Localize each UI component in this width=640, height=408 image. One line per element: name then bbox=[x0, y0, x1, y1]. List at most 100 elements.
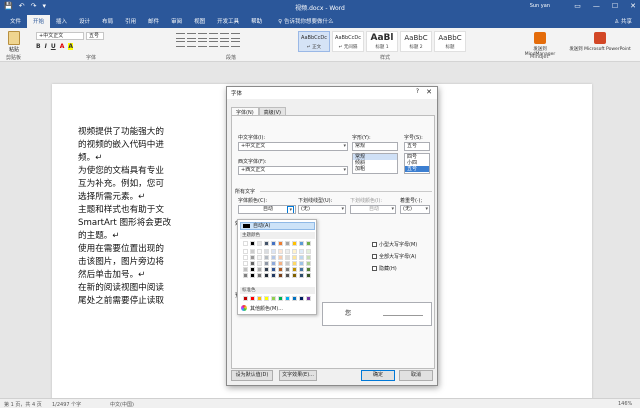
color-swatch[interactable] bbox=[243, 249, 248, 254]
word-count[interactable]: 1/2497 个字 bbox=[52, 401, 81, 408]
color-swatch[interactable] bbox=[250, 261, 255, 266]
west-font-select[interactable]: +西文正文 ▾ bbox=[238, 166, 348, 175]
all-caps-checkbox[interactable]: 全部大写字母(A) bbox=[372, 253, 416, 260]
font-color-button[interactable]: A bbox=[60, 43, 65, 50]
color-swatch[interactable] bbox=[292, 267, 297, 272]
tab-home[interactable]: 开始 bbox=[27, 15, 51, 28]
style-no-spacing[interactable]: AaBbCcDc ↵ 无间隔 bbox=[332, 31, 364, 52]
color-swatch[interactable] bbox=[243, 267, 248, 272]
color-swatch[interactable] bbox=[271, 273, 276, 278]
color-swatch[interactable] bbox=[285, 267, 290, 272]
color-swatch[interactable] bbox=[250, 296, 255, 301]
color-swatch[interactable] bbox=[299, 241, 304, 246]
tab-layout[interactable]: 布局 bbox=[96, 15, 119, 28]
send-powerpoint-button[interactable]: 发送到 Microsoft PowerPoint bbox=[562, 32, 638, 52]
color-swatch[interactable] bbox=[299, 267, 304, 272]
color-swatch[interactable] bbox=[257, 267, 262, 272]
color-swatch[interactable] bbox=[299, 261, 304, 266]
language-indicator[interactable]: 中文(中国) bbox=[110, 401, 134, 408]
color-swatch[interactable] bbox=[278, 241, 283, 246]
color-swatch[interactable] bbox=[243, 255, 248, 260]
color-swatch[interactable] bbox=[271, 267, 276, 272]
underline-select[interactable]: (无) ▾ bbox=[298, 205, 346, 214]
color-swatch[interactable] bbox=[257, 261, 262, 266]
color-swatch[interactable] bbox=[299, 249, 304, 254]
color-swatch[interactable] bbox=[243, 241, 248, 246]
list-item[interactable]: 加粗 bbox=[353, 166, 397, 172]
dialog-close-icon[interactable]: ✕ bbox=[426, 88, 432, 96]
color-swatch[interactable] bbox=[257, 255, 262, 260]
color-swatch[interactable] bbox=[271, 296, 276, 301]
paragraph-controls[interactable] bbox=[175, 33, 285, 51]
color-swatch[interactable] bbox=[306, 296, 311, 301]
ok-button[interactable]: 确定 bbox=[361, 370, 395, 381]
color-swatch[interactable] bbox=[243, 273, 248, 278]
color-swatch[interactable] bbox=[278, 261, 283, 266]
color-swatch[interactable] bbox=[271, 255, 276, 260]
tab-developer[interactable]: 开发工具 bbox=[211, 15, 245, 28]
color-swatch[interactable] bbox=[264, 273, 269, 278]
color-swatch[interactable] bbox=[278, 255, 283, 260]
text-effects-button[interactable]: 文字效果(E)... bbox=[279, 370, 317, 381]
color-swatch[interactable] bbox=[271, 249, 276, 254]
color-swatch[interactable] bbox=[264, 249, 269, 254]
small-caps-checkbox[interactable]: 小型大写字母(M) bbox=[372, 241, 417, 248]
color-swatch[interactable] bbox=[299, 255, 304, 260]
font-size-list[interactable]: 四号 小四 五号 bbox=[404, 153, 430, 174]
emphasis-select[interactable]: (无) ▾ bbox=[400, 205, 430, 214]
color-swatch[interactable] bbox=[299, 296, 304, 301]
color-swatch[interactable] bbox=[285, 261, 290, 266]
color-swatch[interactable] bbox=[292, 261, 297, 266]
minimize-icon[interactable]: — bbox=[593, 2, 600, 10]
underline-button[interactable]: U bbox=[51, 43, 56, 50]
set-default-button[interactable]: 设为默认值(D) bbox=[231, 370, 273, 381]
list-item[interactable]: 五号 bbox=[405, 166, 429, 172]
font-color-select[interactable]: 自动 ▾ bbox=[238, 205, 296, 214]
color-swatch[interactable] bbox=[292, 249, 297, 254]
tab-view[interactable]: 视图 bbox=[188, 15, 211, 28]
color-swatch[interactable] bbox=[299, 273, 304, 278]
tab-file[interactable]: 文件 bbox=[4, 15, 27, 28]
share-button[interactable]: ♙ 共享 bbox=[614, 17, 632, 25]
page-count[interactable]: 第 1 页，共 4 页 bbox=[4, 401, 42, 408]
color-swatch[interactable] bbox=[306, 273, 311, 278]
color-swatch[interactable] bbox=[285, 249, 290, 254]
tab-design[interactable]: 设计 bbox=[73, 15, 96, 28]
font-style-input[interactable]: 常规 bbox=[352, 142, 398, 151]
color-swatch[interactable] bbox=[250, 267, 255, 272]
style-normal[interactable]: AaBbCcDc ↵ 正文 bbox=[298, 31, 330, 52]
font-name-select[interactable]: +中文正文 bbox=[36, 32, 84, 40]
zoom-level[interactable]: 146% bbox=[618, 401, 632, 407]
font-size-input[interactable]: 五号 bbox=[404, 142, 430, 151]
tab-references[interactable]: 引用 bbox=[119, 15, 142, 28]
color-swatch[interactable] bbox=[292, 273, 297, 278]
color-swatch[interactable] bbox=[264, 267, 269, 272]
tab-help[interactable]: 帮助 bbox=[245, 15, 268, 28]
cn-font-select[interactable]: +中文正文 ▾ bbox=[238, 142, 348, 151]
color-swatch[interactable] bbox=[285, 255, 290, 260]
color-swatch[interactable] bbox=[285, 241, 290, 246]
color-swatch[interactable] bbox=[271, 241, 276, 246]
close-icon[interactable]: ✕ bbox=[630, 2, 636, 10]
color-swatch[interactable] bbox=[257, 241, 262, 246]
underline-color-select[interactable]: 自动 ▾ bbox=[350, 205, 396, 214]
color-swatch[interactable] bbox=[292, 241, 297, 246]
color-swatch[interactable] bbox=[264, 241, 269, 246]
style-heading2[interactable]: AaBbC 标题 2 bbox=[400, 31, 432, 52]
color-swatch[interactable] bbox=[278, 267, 283, 272]
color-swatch[interactable] bbox=[285, 273, 290, 278]
automatic-color-option[interactable]: 自动(A) bbox=[240, 222, 315, 230]
bold-button[interactable]: B bbox=[36, 43, 41, 50]
ribbon-display-icon[interactable]: ▭ bbox=[574, 2, 581, 10]
tab-insert[interactable]: 插入 bbox=[50, 15, 73, 28]
maximize-icon[interactable]: ☐ bbox=[612, 2, 618, 10]
color-swatch[interactable] bbox=[292, 296, 297, 301]
color-swatch[interactable] bbox=[285, 296, 290, 301]
tab-mailings[interactable]: 邮件 bbox=[142, 15, 165, 28]
color-swatch[interactable] bbox=[271, 261, 276, 266]
italic-button[interactable]: I bbox=[45, 43, 47, 50]
style-title[interactable]: AaBbC 标题 bbox=[434, 31, 466, 52]
color-swatch[interactable] bbox=[250, 273, 255, 278]
color-swatch[interactable] bbox=[250, 255, 255, 260]
color-swatch[interactable] bbox=[306, 255, 311, 260]
